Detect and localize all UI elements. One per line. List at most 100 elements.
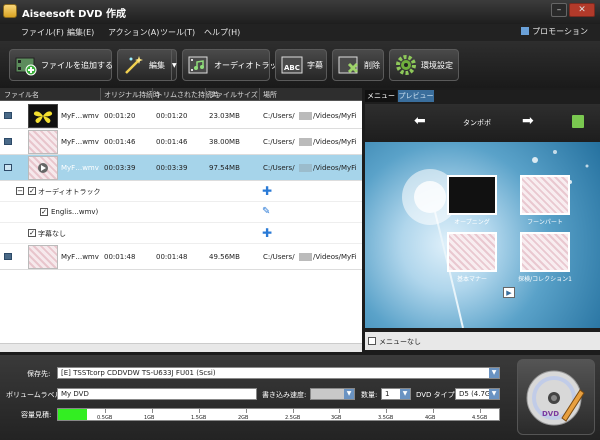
capacity-fill bbox=[58, 409, 87, 420]
trimmed-duration: 00:03:39 bbox=[156, 164, 188, 172]
quantity-select[interactable]: 1 ▼ bbox=[381, 388, 411, 400]
trimmed-duration: 00:01:20 bbox=[156, 112, 188, 120]
column-separator bbox=[259, 88, 260, 101]
menu-edit[interactable]: 編集(E) bbox=[67, 27, 94, 38]
edit-dropdown-icon[interactable]: ▼ bbox=[171, 49, 177, 81]
menu-bar: ファイル(F) 編集(E) アクション(A) ツール(T) ヘルプ(H) プロモ… bbox=[0, 24, 600, 41]
dvd-type-select[interactable]: D5 (4.7G) ▼ bbox=[455, 388, 500, 400]
write-speed-select[interactable]: ▼ bbox=[310, 388, 355, 400]
file-size: 23.03MB bbox=[209, 112, 240, 120]
menu-item-label: オープニング bbox=[454, 219, 490, 226]
audio-item-checkbox[interactable]: ✓ bbox=[40, 208, 48, 216]
film-add-icon bbox=[15, 54, 37, 76]
dvd-disc-icon: DVD bbox=[526, 370, 585, 426]
svg-text:ABC: ABC bbox=[284, 64, 300, 72]
file-name: MyF…wmv bbox=[61, 112, 99, 120]
original-duration: 00:01:48 bbox=[104, 253, 136, 261]
subtitle-button[interactable]: ABC 字幕 bbox=[275, 49, 327, 81]
previous-template-arrow-icon[interactable]: ⬅ bbox=[414, 113, 426, 129]
audio-track-group: − ✓ オーディオトラック ✚ bbox=[0, 181, 362, 202]
settings-label: 環境設定 bbox=[421, 60, 453, 70]
next-template-arrow-icon[interactable]: ➡ bbox=[522, 113, 534, 129]
column-header-name[interactable]: ファイル名 bbox=[4, 90, 39, 100]
next-page-icon[interactable]: ▶ bbox=[503, 287, 515, 298]
column-separator bbox=[152, 88, 153, 101]
menu-action[interactable]: アクション(A) bbox=[108, 27, 159, 38]
burn-button[interactable]: DVD bbox=[517, 359, 595, 435]
magic-wand-icon bbox=[123, 54, 145, 76]
audio-track-button[interactable]: オーディオトラック bbox=[182, 49, 285, 81]
chevron-down-icon[interactable]: ▼ bbox=[344, 389, 354, 399]
file-location-rest: /Videos/MyFi bbox=[313, 138, 357, 146]
add-audio-track-icon[interactable]: ✚ bbox=[262, 184, 272, 198]
menu-item-label: 探検/コレクション1 bbox=[518, 276, 572, 283]
save-location-select[interactable]: [E] TSSTcorp CDDVDW TS-U633J FU01 (Scsi)… bbox=[57, 367, 500, 379]
minimize-button[interactable]: – bbox=[551, 3, 567, 17]
trimmed-duration: 00:01:46 bbox=[156, 138, 188, 146]
collapse-toggle[interactable]: − bbox=[16, 187, 24, 195]
app-logo-icon bbox=[3, 4, 17, 18]
redacted-username bbox=[299, 112, 312, 120]
edit-menu-icon[interactable] bbox=[572, 115, 584, 128]
capacity-tick-line bbox=[480, 409, 481, 413]
chevron-down-icon[interactable]: ▼ bbox=[400, 389, 410, 399]
capacity-label: 容量見積: bbox=[21, 411, 52, 419]
film-delete-icon bbox=[338, 54, 360, 76]
video-thumbnail bbox=[28, 130, 58, 154]
file-row[interactable]: MyF…wmv 00:01:48 00:01:48 49.56MB C:/Use… bbox=[0, 244, 362, 270]
file-row[interactable]: MyF…wmv 00:01:20 00:01:20 23.03MB C:/Use… bbox=[0, 103, 362, 129]
no-subtitle-label: 字幕なし bbox=[38, 230, 66, 238]
edit-audio-pencil-icon[interactable]: ✎ bbox=[262, 206, 270, 217]
column-header-size[interactable]: ファイルサイズ bbox=[209, 90, 258, 100]
no-menu-checkbox[interactable] bbox=[368, 337, 376, 345]
add-file-button[interactable]: ファイルを追加する ▼ bbox=[9, 49, 125, 81]
edit-button[interactable]: 編集 ▼ bbox=[117, 49, 177, 81]
file-list-header: ファイル名 オリジナル持続時 トリムされた持続時 ファイルサイズ 場所 bbox=[0, 88, 362, 101]
menu-tools[interactable]: ツール(T) bbox=[160, 27, 195, 38]
output-settings: 保存先: [E] TSSTcorp CDDVDW TS-U633J FU01 (… bbox=[0, 355, 600, 440]
template-nav: ⬅ タンポポ ➡ bbox=[365, 104, 600, 141]
file-row[interactable]: MyF…wmv 00:01:46 00:01:46 38.00MB C:/Use… bbox=[0, 129, 362, 155]
redacted-username bbox=[299, 253, 312, 261]
chevron-down-icon[interactable]: ▼ bbox=[489, 368, 499, 378]
expand-icon[interactable] bbox=[4, 164, 12, 171]
capacity-tick-line bbox=[293, 409, 294, 413]
horizontal-scrollbar[interactable] bbox=[0, 343, 362, 352]
dvd-type-label: DVD タイプ: bbox=[416, 391, 458, 399]
menu-preview-panel: メニュー プレビュー ⬅ タンポポ ➡ オープニング フーンパート 基本マナー … bbox=[365, 90, 600, 350]
capacity-tick-line bbox=[339, 409, 340, 413]
gear-icon bbox=[395, 54, 417, 76]
chevron-down-icon[interactable]: ▼ bbox=[489, 389, 499, 399]
menu-item-thumbnail[interactable] bbox=[447, 232, 497, 272]
video-file-icon bbox=[4, 112, 12, 119]
volume-label-input[interactable]: My DVD bbox=[57, 388, 257, 400]
file-row-selected[interactable]: MyF…wmv 00:03:39 00:03:39 97.54MB C:/Use… bbox=[0, 155, 362, 181]
quantity-value: 1 bbox=[385, 390, 390, 398]
column-separator bbox=[205, 88, 206, 101]
menu-item-thumbnail[interactable] bbox=[447, 175, 497, 215]
subtitle-checkbox[interactable]: ✓ bbox=[28, 229, 36, 237]
promotion-icon bbox=[521, 27, 530, 35]
toolbar: ファイルを追加する ▼ 編集 ▼ オーディオトラック ABC 字幕 削除 環境設… bbox=[0, 41, 600, 88]
title-bar: Aiseesoft DVD 作成 – ✕ bbox=[0, 0, 600, 24]
save-location-label: 保存先: bbox=[27, 370, 51, 378]
close-button[interactable]: ✕ bbox=[569, 3, 595, 17]
menu-item-thumbnail[interactable] bbox=[520, 175, 570, 215]
add-subtitle-icon[interactable]: ✚ bbox=[262, 226, 272, 240]
original-duration: 00:01:46 bbox=[104, 138, 136, 146]
delete-button[interactable]: 削除 bbox=[332, 49, 384, 81]
audio-track-checkbox[interactable]: ✓ bbox=[28, 187, 36, 195]
capacity-tick-label: 3GB bbox=[331, 415, 342, 421]
tab-preview[interactable]: プレビュー bbox=[398, 90, 434, 102]
menu-file[interactable]: ファイル(F) bbox=[21, 27, 64, 38]
column-header-location[interactable]: 場所 bbox=[263, 90, 277, 100]
capacity-bar: 0.5GB 1GB 1.5GB 2GB 2.5GB 3GB 3.5GB 4GB 4.5GB bbox=[57, 408, 500, 421]
promotion-link[interactable]: プロモーション bbox=[521, 26, 588, 37]
menu-help[interactable]: ヘルプ(H) bbox=[204, 27, 240, 38]
window-title: Aiseesoft DVD 作成 bbox=[22, 9, 126, 20]
settings-button[interactable]: 環境設定 bbox=[389, 49, 459, 81]
file-name: MyF…wmv bbox=[61, 138, 99, 146]
tab-menu[interactable]: メニュー bbox=[365, 90, 397, 102]
capacity-tick-label: 4GB bbox=[425, 415, 436, 421]
menu-item-thumbnail[interactable] bbox=[520, 232, 570, 272]
